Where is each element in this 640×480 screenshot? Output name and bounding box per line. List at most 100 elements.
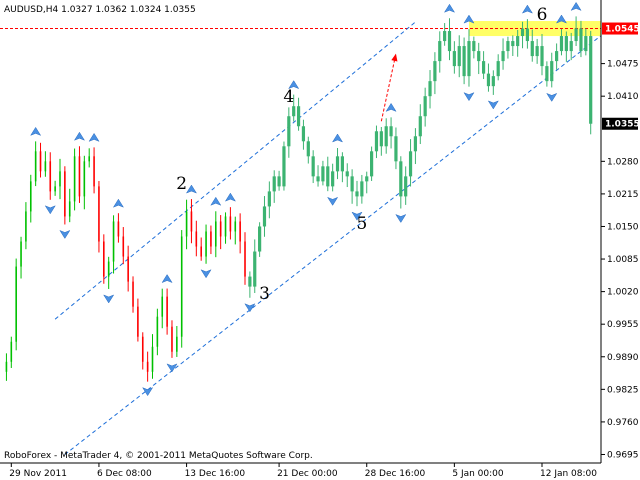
x-tick-label: 6 Dec 08:00 xyxy=(97,469,152,479)
candle-body xyxy=(355,191,359,197)
candle xyxy=(73,148,76,211)
candle xyxy=(64,166,66,225)
candle-body xyxy=(156,316,159,347)
candle-body xyxy=(122,236,125,257)
candle-body xyxy=(166,296,168,327)
candle-body xyxy=(501,51,505,62)
candle-body xyxy=(345,171,349,177)
candle-body xyxy=(239,221,241,242)
candle-body xyxy=(311,156,315,177)
candle-body xyxy=(176,336,178,352)
candle-body xyxy=(185,211,188,237)
candle-body xyxy=(180,236,183,337)
chart-title: AUDUSD,H4 1.0327 1.0362 1.0324 1.0355 xyxy=(4,5,196,15)
candle-body xyxy=(535,46,539,57)
candle-body xyxy=(462,46,466,77)
candle xyxy=(282,141,286,191)
candle-body xyxy=(205,231,207,257)
candle-body xyxy=(296,106,301,127)
candle-body xyxy=(83,161,86,197)
candle-body xyxy=(394,136,398,162)
candle-body xyxy=(326,166,330,187)
candle-body xyxy=(15,266,17,342)
candle-body xyxy=(516,36,520,47)
candle-body xyxy=(477,51,481,62)
candle-body xyxy=(472,41,476,52)
candle-body xyxy=(258,226,262,252)
y-tick-label: 1.0410 xyxy=(607,92,639,102)
candle-body xyxy=(54,186,56,192)
wave-label-4: 4 xyxy=(283,87,294,107)
candle-body xyxy=(418,116,422,137)
y-tick-label: 1.0475 xyxy=(607,60,639,70)
candle-body xyxy=(579,28,583,52)
y-tick-label: 1.0150 xyxy=(607,222,639,232)
candle xyxy=(369,146,374,181)
candle-body xyxy=(49,161,52,192)
candle-body xyxy=(481,61,486,74)
candle-body xyxy=(379,131,383,147)
candle-body xyxy=(78,156,81,197)
candle-body xyxy=(262,206,267,227)
copyright-watermark: RoboForex - MetaTrader 4, © 2001-2011 Me… xyxy=(4,451,313,461)
candle-body xyxy=(520,28,525,37)
y-tick-label: 0.9955 xyxy=(607,320,639,330)
x-tick-label: 28 Dec 16:00 xyxy=(365,469,426,479)
candle-body xyxy=(25,211,27,242)
candle-body xyxy=(564,36,568,52)
candle xyxy=(180,230,183,348)
candle-body xyxy=(306,141,310,157)
candle-body xyxy=(369,151,374,177)
y-tick-label: 1.0280 xyxy=(607,157,639,167)
candle-body xyxy=(428,81,432,97)
candle-body xyxy=(486,73,491,87)
candle-body xyxy=(457,46,461,67)
candle-body xyxy=(190,211,193,232)
candle-body xyxy=(447,31,452,52)
candle-body xyxy=(244,241,246,277)
candle xyxy=(103,234,105,284)
candle-body xyxy=(214,221,217,247)
candle-body xyxy=(384,126,388,147)
x-tick-label: 13 Dec 16:00 xyxy=(185,469,246,479)
candle-body xyxy=(292,106,296,117)
candle-body xyxy=(438,41,442,62)
candle-body xyxy=(408,151,413,177)
price-label-text: 1.0355 xyxy=(605,120,640,130)
candle-body xyxy=(433,61,437,82)
candle-body xyxy=(350,176,354,192)
candle-body xyxy=(267,191,271,207)
x-tick-label: 5 Jan 00:00 xyxy=(452,469,504,479)
y-tick-label: 0.9890 xyxy=(607,353,639,363)
candle-body xyxy=(559,36,564,52)
candle-body xyxy=(98,186,100,242)
candle-body xyxy=(10,341,13,362)
candle-body xyxy=(423,96,427,117)
candle-body xyxy=(545,66,549,82)
candle-body xyxy=(73,156,76,202)
candle-body xyxy=(335,156,340,172)
candle-body xyxy=(301,126,306,142)
y-tick-label: 1.0215 xyxy=(607,190,639,200)
wave-label-3: 3 xyxy=(259,284,270,304)
candle-body xyxy=(88,156,91,162)
candle-body xyxy=(540,46,544,67)
candle-body xyxy=(574,28,578,42)
candle-body xyxy=(5,361,8,372)
candle-body xyxy=(59,171,61,187)
candle-body xyxy=(360,181,364,197)
candle-body xyxy=(107,261,110,277)
candle-body xyxy=(219,221,222,237)
candle-body xyxy=(248,276,252,287)
candle-body xyxy=(171,326,173,352)
candle-body xyxy=(146,361,149,372)
candle-body xyxy=(555,51,559,62)
wave-label-5: 5 xyxy=(356,214,367,234)
candle-body xyxy=(340,156,344,172)
candle-body xyxy=(365,176,369,182)
candle-body xyxy=(132,281,134,307)
candle-body xyxy=(584,36,588,52)
candle-body xyxy=(137,306,139,337)
candle-body xyxy=(589,36,593,124)
candle xyxy=(589,30,593,135)
